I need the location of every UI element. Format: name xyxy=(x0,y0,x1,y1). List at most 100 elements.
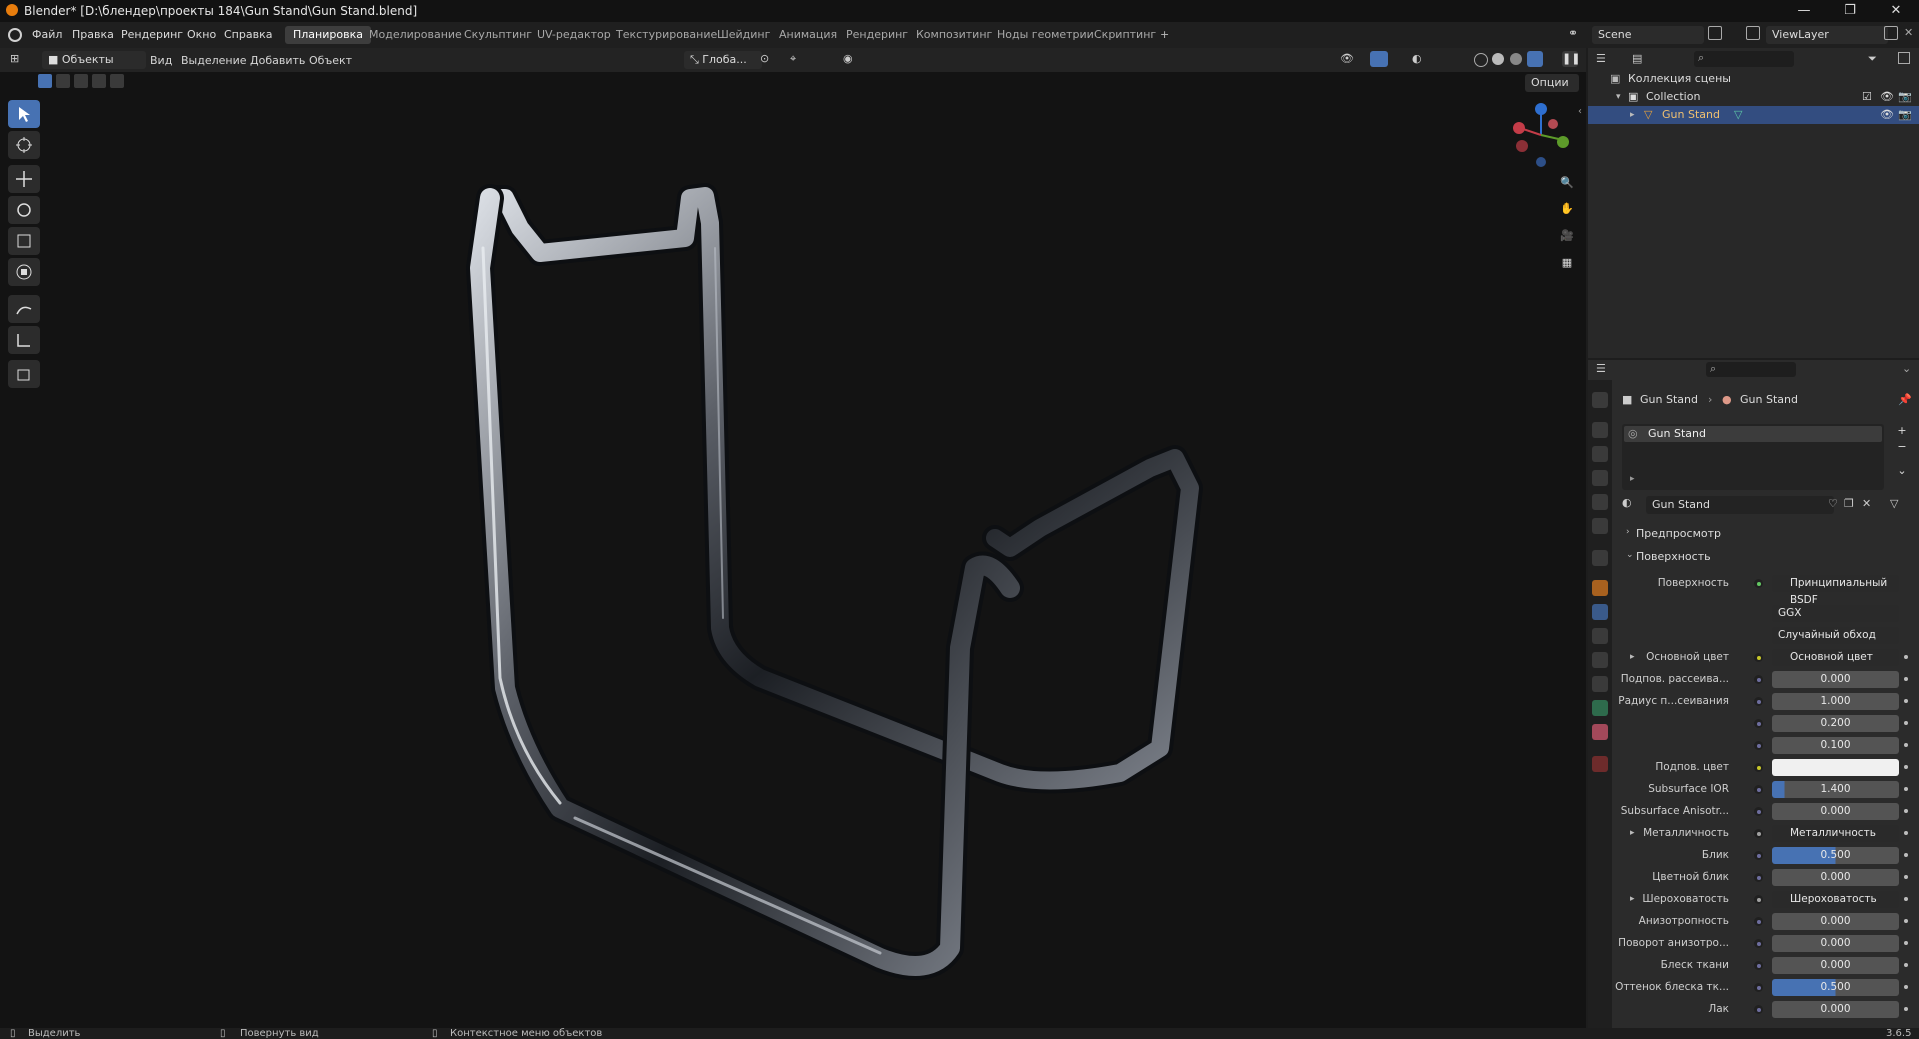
menu-render[interactable]: Рендеринг xyxy=(121,28,183,41)
keyframe-dot-icon[interactable] xyxy=(1904,1007,1908,1011)
move-tool[interactable] xyxy=(8,165,40,193)
select-subtract-icon[interactable] xyxy=(74,74,88,88)
editor-type-icon[interactable]: ⊞ xyxy=(10,52,32,68)
view-layer-icon[interactable] xyxy=(1746,26,1760,40)
object-menu[interactable]: Объект xyxy=(309,52,352,69)
keyframe-dot-icon[interactable] xyxy=(1904,677,1908,681)
new-collection-icon[interactable] xyxy=(1898,52,1910,64)
add-cube-tool[interactable] xyxy=(8,360,40,388)
slot-specials-icon[interactable]: ⌄ xyxy=(1894,464,1910,480)
pin-icon[interactable]: 📌 xyxy=(1898,393,1912,406)
select-box-tool[interactable] xyxy=(8,100,40,128)
input-socket-icon[interactable] xyxy=(1754,917,1763,926)
browse-material-icon[interactable]: ◐ xyxy=(1622,496,1642,512)
outliner-scene-collection[interactable]: ▣ Коллекция сцены xyxy=(1588,70,1919,88)
blender-menu-icon[interactable] xyxy=(8,28,22,42)
collection-tab-icon[interactable] xyxy=(1592,550,1608,566)
outliner-editor-type-icon[interactable]: ☰ xyxy=(1596,52,1624,68)
constraints-tab-icon[interactable] xyxy=(1592,676,1608,692)
subsurface-method-dropdown[interactable]: Случайный обход xyxy=(1772,627,1899,644)
material-link-icon[interactable]: ▽ xyxy=(1890,497,1898,510)
annotate-tool[interactable] xyxy=(8,295,40,323)
outliner-collection[interactable]: ▾ ▣ Collection ☑ 👁 📷 xyxy=(1588,88,1919,106)
surface-section-header[interactable]: ⌄ Поверхность xyxy=(1622,549,1912,565)
world-tab-icon[interactable] xyxy=(1592,518,1608,534)
value-field[interactable]: 0.000 xyxy=(1772,671,1899,688)
value-field[interactable]: 0.200 xyxy=(1772,715,1899,732)
remove-slot-button[interactable]: − xyxy=(1894,440,1910,456)
value-field[interactable]: 0.000 xyxy=(1772,957,1899,974)
new-scene-icon[interactable] xyxy=(1708,26,1722,40)
input-socket-icon[interactable] xyxy=(1754,873,1763,882)
input-socket-icon[interactable] xyxy=(1754,983,1763,992)
modifier-tab-icon[interactable] xyxy=(1592,604,1608,620)
mode-selector[interactable]: ■ Объекты xyxy=(42,51,146,69)
value-field[interactable]: 0.000 xyxy=(1772,913,1899,930)
value-field[interactable]: 0.100 xyxy=(1772,737,1899,754)
scene-icon[interactable]: ⚭ xyxy=(1568,26,1584,42)
sidebar-toggle-icon[interactable]: ‹ xyxy=(1578,106,1582,117)
tab-layout[interactable]: Планировка xyxy=(285,26,371,44)
transform-tool[interactable] xyxy=(8,258,40,286)
outliner-search-input[interactable]: ⌕ xyxy=(1694,51,1794,67)
keyframe-dot-icon[interactable] xyxy=(1904,831,1908,835)
tab-modeling[interactable]: Моделирование xyxy=(361,26,470,44)
collapse-arrow-icon[interactable]: ▾ xyxy=(1616,88,1621,106)
duplicate-material-icon[interactable]: ❐ xyxy=(1844,497,1854,510)
close-button[interactable]: ✕ xyxy=(1873,0,1919,22)
unlink-material-icon[interactable]: ✕ xyxy=(1862,497,1871,510)
color-swatch[interactable] xyxy=(1772,759,1899,776)
value-field[interactable]: 0.000 xyxy=(1772,869,1899,886)
tab-geometry-nodes[interactable]: Ноды геометрии xyxy=(989,26,1102,44)
options-dropdown[interactable]: Опции xyxy=(1525,74,1579,92)
value-field[interactable]: Основной цвет xyxy=(1772,649,1899,666)
menu-edit[interactable]: Правка xyxy=(72,28,114,41)
input-socket-icon[interactable] xyxy=(1754,763,1763,772)
solid-shading-icon[interactable] xyxy=(1492,53,1504,65)
row-expand-icon[interactable]: ▸ xyxy=(1630,894,1635,904)
cursor-tool[interactable] xyxy=(8,131,40,159)
snap-icon[interactable]: ⌖ xyxy=(790,52,796,66)
menu-window[interactable]: Окно xyxy=(187,28,216,41)
measure-tool[interactable] xyxy=(8,326,40,354)
keyframe-dot-icon[interactable] xyxy=(1904,655,1908,659)
wireframe-shading-icon[interactable] xyxy=(1474,53,1488,67)
keyframe-dot-icon[interactable] xyxy=(1904,853,1908,857)
surface-shader-field[interactable]: Принципиальный BSDF xyxy=(1772,575,1899,606)
select-intersect-icon[interactable] xyxy=(110,74,124,88)
keyframe-dot-icon[interactable] xyxy=(1904,743,1908,747)
select-menu[interactable]: Выделение xyxy=(181,52,247,69)
tab-animation[interactable]: Анимация xyxy=(771,26,845,44)
zoom-icon[interactable]: 🔍 xyxy=(1555,176,1579,198)
fake-user-icon[interactable]: ♡ xyxy=(1828,497,1838,510)
new-view-layer-icon[interactable] xyxy=(1884,26,1898,40)
physics-tab-icon[interactable] xyxy=(1592,652,1608,668)
add-menu[interactable]: Добавить xyxy=(250,52,305,69)
value-field[interactable]: Металличность xyxy=(1772,825,1899,842)
input-socket-icon[interactable] xyxy=(1754,961,1763,970)
gun-stand-model[interactable] xyxy=(0,48,1586,1028)
value-field[interactable]: 0.500 xyxy=(1772,847,1899,864)
row-expand-icon[interactable]: ▸ xyxy=(1630,828,1635,838)
3d-viewport[interactable] xyxy=(0,48,1586,1028)
input-socket-icon[interactable] xyxy=(1754,829,1763,838)
input-socket-icon[interactable] xyxy=(1754,719,1763,728)
value-field[interactable]: 0.000 xyxy=(1772,935,1899,952)
options-chevron-icon[interactable]: ⌄ xyxy=(1902,362,1911,375)
material-name-field[interactable]: Gun Stand xyxy=(1646,496,1834,514)
transform-orientation[interactable]: ⤡ Глоба... xyxy=(684,51,762,69)
gizmo-toggle-icon[interactable] xyxy=(1370,51,1388,67)
tool-tab-icon[interactable] xyxy=(1592,392,1608,408)
value-field[interactable]: 0.500 xyxy=(1772,979,1899,996)
value-field[interactable]: 0.000 xyxy=(1772,1001,1899,1018)
properties-search-input[interactable]: ⌕ xyxy=(1706,362,1796,377)
row-expand-icon[interactable]: ▸ xyxy=(1630,652,1635,662)
input-socket-icon[interactable] xyxy=(1754,675,1763,684)
view-menu[interactable]: Вид xyxy=(150,52,172,69)
keyframe-dot-icon[interactable] xyxy=(1904,765,1908,769)
input-socket-icon[interactable] xyxy=(1754,697,1763,706)
data-tab-icon[interactable] xyxy=(1592,700,1608,716)
texture-tab-icon[interactable] xyxy=(1592,756,1608,772)
tab-sculpting[interactable]: Скульптинг xyxy=(456,26,540,44)
navigation-gizmo[interactable] xyxy=(1508,100,1574,170)
